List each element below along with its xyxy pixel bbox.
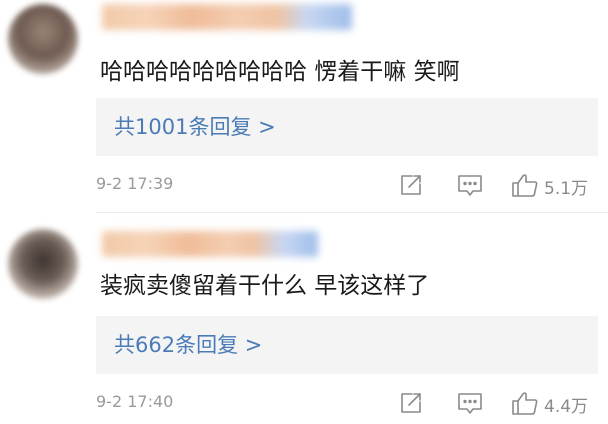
timestamp: 9-2 17:40 <box>96 392 174 411</box>
comment-text: 装疯卖傻留着干什么 早该这样了 <box>100 273 430 299</box>
comment-meta: 9-2 17:40 4.4万 <box>96 390 598 417</box>
like-count: 4.4万 <box>544 397 589 417</box>
avatar[interactable] <box>8 229 78 299</box>
share-icon[interactable] <box>398 390 424 416</box>
view-replies-link[interactable]: 共662条回复 > <box>96 316 598 374</box>
comment-item: 装疯卖傻留着干什么 早该这样了 共662条回复 > 9-2 17:40 4.4万 <box>0 0 608 424</box>
comment-icon[interactable] <box>456 390 484 416</box>
username-blurred[interactable] <box>102 231 318 257</box>
thumbs-up-icon[interactable] <box>510 390 540 416</box>
